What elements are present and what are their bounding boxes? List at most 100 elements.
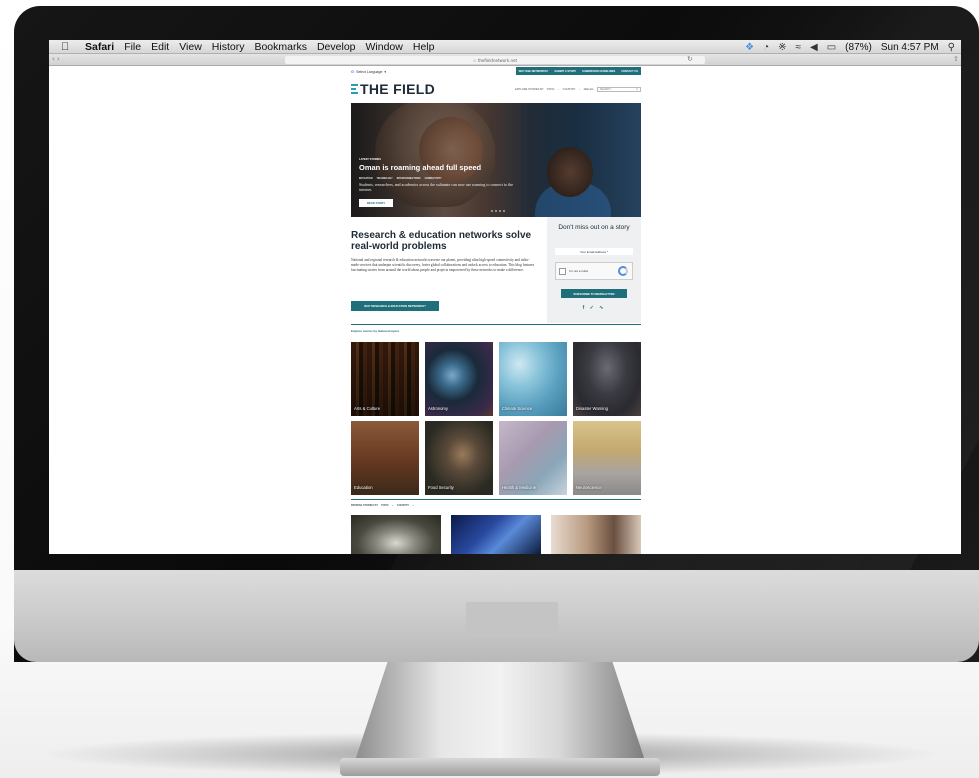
topic-tile-food[interactable]: Food Security xyxy=(425,421,493,495)
recaptcha-widget: I'm not a robot xyxy=(555,262,633,280)
browse-bar: BROWSE STORIES BY TOPIC ⌄ COUNTRY ⌄ xyxy=(351,504,414,507)
desktop-photo:  Safari File Edit View History Bookmark… xyxy=(0,0,979,778)
hero-tag[interactable]: INTERCONNECTIONS xyxy=(397,178,421,180)
browse-country[interactable]: COUNTRY xyxy=(397,504,409,507)
hero-title[interactable]: Oman is roaming ahead full speed xyxy=(359,163,481,172)
dropbox-icon[interactable]: ❖ xyxy=(745,42,754,53)
battery-percent: (87%) xyxy=(845,41,872,53)
battery-icon[interactable]: ▭ xyxy=(827,42,836,53)
story-card-image[interactable] xyxy=(551,515,641,554)
menu-clock[interactable]: Sun 4:57 PM xyxy=(881,42,939,53)
nav-contact[interactable]: CONTACT US xyxy=(621,70,638,73)
topic-tile-education[interactable]: Education xyxy=(351,421,419,495)
explore-see-all[interactable]: SEE ALL xyxy=(584,88,594,91)
menu-bookmarks[interactable]: Bookmarks xyxy=(254,41,307,53)
hero-tags: EDUCATION TECHNOLOGY INTERCONNECTIONS CO… xyxy=(359,178,442,180)
google-translate-icon: G xyxy=(351,69,355,74)
carousel-dots[interactable] xyxy=(491,210,505,212)
topic-tile-label: Arts & Culture xyxy=(354,406,381,411)
subscribe-button[interactable]: SUBSCRIBE TO NEWSLETTER xyxy=(561,289,627,298)
featured-topics-label: Explore stories by featured topics xyxy=(351,329,400,333)
topic-tile-health[interactable]: Health & Medicine xyxy=(499,421,567,495)
top-line: G Select Language ▾ WHY R&E NETWORKS? SU… xyxy=(351,67,641,76)
nav-why-networks[interactable]: WHY R&E NETWORKS? xyxy=(519,70,549,73)
twitter-icon[interactable]: ✓ xyxy=(590,305,596,311)
language-selector[interactable]: G Select Language ▾ xyxy=(351,69,386,74)
address-bar[interactable]: ☆ thefieldnetwork.net xyxy=(285,56,705,64)
nav-submit-story[interactable]: SUBMIT A STORY xyxy=(554,70,576,73)
time-machine-icon[interactable]: ◔ xyxy=(763,42,769,53)
monitor-stand xyxy=(352,662,648,770)
explore-country[interactable]: COUNTRY xyxy=(563,88,576,91)
rss-icon[interactable]: ∿ xyxy=(599,305,605,311)
topic-tile-astronomy[interactable]: Astronomy xyxy=(425,342,493,416)
search-input[interactable]: SEARCH... ⚲ xyxy=(597,87,641,92)
share-icon[interactable]: ⇧ xyxy=(953,55,959,63)
section-divider xyxy=(351,499,641,500)
hero-tag[interactable]: CONNECTIVITY xyxy=(425,178,442,180)
apple-icon[interactable]:  xyxy=(61,41,75,53)
browser-toolbar: ‹ › ◐ □ ☆ thefieldnetwork.net ↻ ⇧ xyxy=(49,54,961,66)
monitor-stand-base xyxy=(340,758,660,776)
topic-tile-label: Astronomy xyxy=(428,406,449,411)
facebook-icon[interactable]: f xyxy=(583,305,587,311)
topic-tile-label: Disaster Warning xyxy=(576,406,608,411)
header: THE FIELD EXPLORE STORIES BY TOPIC ⌄ COU… xyxy=(351,79,641,97)
captcha-checkbox[interactable] xyxy=(559,268,566,275)
chevron-down-icon: ▾ xyxy=(384,69,387,74)
menu-help[interactable]: Help xyxy=(413,41,435,53)
volume-icon[interactable]: ◀ xyxy=(810,42,818,53)
browse-topic[interactable]: TOPIC xyxy=(381,504,389,507)
spotlight-icon[interactable]: ⚲ xyxy=(948,42,955,53)
hero-carousel[interactable]: LATEST STORIES Oman is roaming ahead ful… xyxy=(351,103,641,217)
recaptcha-icon xyxy=(618,266,628,276)
monitor-logo xyxy=(466,602,558,638)
email-field[interactable]: Your Email Address * xyxy=(555,248,633,255)
chevron-down-icon: ⌄ xyxy=(557,88,560,91)
newsletter-title: Don't miss out on a story xyxy=(558,224,630,231)
hero-tag[interactable]: TECHNOLOGY xyxy=(376,178,392,180)
logo-mark-icon xyxy=(351,83,358,95)
top-nav: WHY R&E NETWORKS? SUBMIT A STORY SUBMISS… xyxy=(515,67,641,75)
read-story-button[interactable]: READ STORY xyxy=(359,199,393,207)
reload-icon[interactable]: ↻ xyxy=(687,55,693,63)
hero-overlay xyxy=(351,103,641,217)
menu-app-name[interactable]: Safari xyxy=(85,41,114,53)
site-logo[interactable]: THE FIELD xyxy=(351,81,435,97)
wifi-icon[interactable]: ≈ xyxy=(796,42,802,53)
menu-bar:  Safari File Edit View History Bookmark… xyxy=(49,40,961,54)
topic-tile-label: Food Security xyxy=(428,485,454,490)
topic-tile-label: Health & Medicine xyxy=(502,485,536,490)
menu-develop[interactable]: Develop xyxy=(317,41,356,53)
menu-history[interactable]: History xyxy=(212,41,245,53)
topic-tile-label: Neuroscience xyxy=(576,485,602,490)
explore-bar: EXPLORE STORIES BY TOPIC ⌄ COUNTRY ⌄ SEE… xyxy=(515,87,641,92)
chevron-down-icon: ⌄ xyxy=(412,504,415,507)
menu-window[interactable]: Window xyxy=(366,41,403,53)
explore-topic[interactable]: TOPIC xyxy=(547,88,555,91)
search-icon[interactable]: ⚲ xyxy=(636,88,638,91)
hero-tag[interactable]: EDUCATION xyxy=(359,178,372,180)
topic-tile-disaster[interactable]: Disaster Warning xyxy=(573,342,641,416)
back-forward-icon[interactable]: ‹ › xyxy=(52,55,60,63)
menu-file[interactable]: File xyxy=(124,41,141,53)
bluetooth-icon[interactable]: ※ xyxy=(778,42,786,53)
browse-label: BROWSE STORIES BY xyxy=(351,504,379,507)
hero-kicker: LATEST STORIES xyxy=(359,158,381,161)
explore-label: EXPLORE STORIES BY xyxy=(515,88,544,91)
status-area: ❖ ◔ ※ ≈ ◀ ▭ (87%) Sun 4:57 PM ⚲ xyxy=(745,40,955,54)
nav-submission-guidelines[interactable]: SUBMISSION GUIDELINES xyxy=(582,70,615,73)
why-networks-button[interactable]: WHY RESEARCH & EDUCATION NETWORKS? xyxy=(351,301,439,311)
topic-tile-climate[interactable]: Climate Science xyxy=(499,342,567,416)
story-card-image[interactable] xyxy=(351,515,441,554)
language-label: Select Language xyxy=(356,69,383,74)
topic-tile-neuroscience[interactable]: Neuroscience xyxy=(573,421,641,495)
menu-view[interactable]: View xyxy=(179,41,202,53)
menu-edit[interactable]: Edit xyxy=(151,41,169,53)
topic-tile-arts[interactable]: Arts & Culture xyxy=(351,342,419,416)
hero-description: Students, researchers, and academics acr… xyxy=(359,182,513,192)
topic-tile-label: Education xyxy=(354,485,373,490)
story-card-image[interactable] xyxy=(451,515,541,554)
intro-body: National and regional research & educati… xyxy=(351,258,535,272)
topic-tile-label: Climate Science xyxy=(502,406,533,411)
